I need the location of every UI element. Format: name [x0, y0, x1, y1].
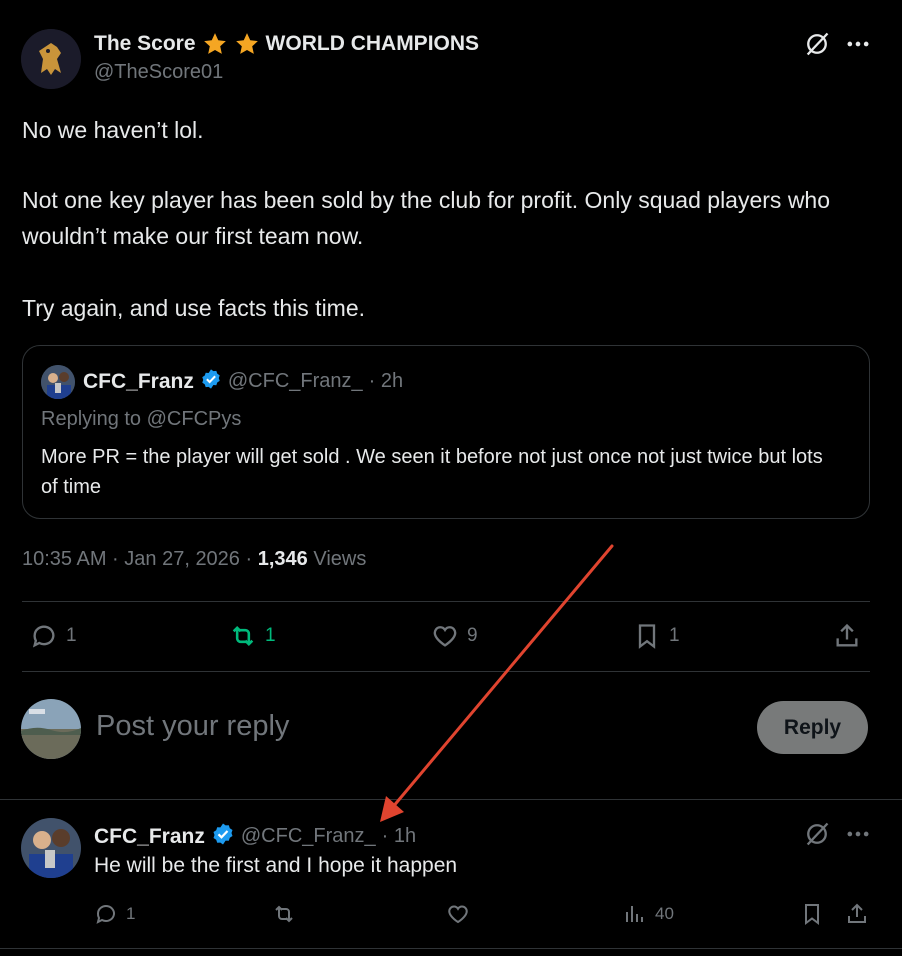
author-display-name[interactable]: The Score: [94, 32, 196, 56]
share-icon: [845, 902, 869, 926]
verified-badge-icon: [200, 368, 222, 395]
divider: [22, 671, 870, 672]
post-paragraph: No we haven’t lol.: [22, 117, 204, 143]
reply-display-name[interactable]: CFC_Franz: [94, 825, 205, 849]
post-paragraph: Not one key player has been sold by the …: [22, 187, 831, 249]
quoted-text: More PR = the player will get sold . We …: [41, 446, 823, 498]
bookmark-icon: [800, 902, 824, 926]
quoted-author-avatar: [41, 365, 75, 399]
share-icon: [833, 622, 861, 650]
divider: [0, 948, 902, 949]
reply-text: He will be the first and I hope it happe…: [94, 854, 458, 877]
author-handle[interactable]: @TheScore01: [94, 61, 223, 84]
divider: [22, 601, 870, 602]
reply-icon: [30, 622, 58, 650]
post-timestamp[interactable]: 10:35 AM · Jan 27, 2026: [22, 548, 240, 570]
reply-views-action[interactable]: 40: [623, 902, 674, 926]
reply-count: 1: [66, 625, 77, 646]
user-avatar: [21, 699, 81, 759]
repost-icon: [272, 902, 296, 926]
heart-icon: [446, 902, 470, 926]
repost-count: 1: [265, 625, 276, 646]
grok-icon[interactable]: [803, 30, 831, 63]
quoted-post[interactable]: CFC_Franz @CFC_Franz_ · 2h Replying to @…: [22, 345, 870, 519]
more-options-icon[interactable]: [844, 30, 872, 63]
lion-crest-icon: [21, 29, 81, 89]
reply-bookmark-action[interactable]: [800, 902, 824, 926]
verified-badge-icon: [211, 822, 235, 851]
author-avatar[interactable]: [21, 29, 81, 89]
reply-like-action[interactable]: [446, 902, 470, 926]
reply-action[interactable]: 1: [30, 622, 77, 650]
author-name-suffix: WORLD CHAMPIONS: [265, 32, 480, 55]
reply-time[interactable]: · 1h: [382, 825, 416, 848]
reply-input[interactable]: Post your reply: [96, 710, 289, 743]
views-count: 1,346: [257, 548, 308, 570]
reply-share-action[interactable]: [845, 902, 869, 926]
bookmark-count: 1: [669, 625, 680, 646]
quoted-time: · 2h: [368, 370, 404, 392]
reply-views-count: 40: [655, 904, 674, 923]
like-count: 9: [467, 625, 478, 646]
reply-repost-action[interactable]: [272, 902, 296, 926]
reply-button[interactable]: Reply: [757, 701, 868, 754]
quoted-replying-to: Replying to @CFCPys: [41, 408, 242, 430]
bookmark-action[interactable]: 1: [633, 622, 680, 650]
repost-action[interactable]: 1: [229, 622, 276, 650]
post-meta: 10:35 AM · Jan 27, 2026 · 1,346 Views: [22, 548, 367, 570]
reply-handle[interactable]: @CFC_Franz_: [241, 825, 376, 848]
like-action[interactable]: 9: [431, 622, 478, 650]
quoted-name-row: CFC_Franz @CFC_Franz_ · 2h: [83, 368, 403, 395]
views-icon: [623, 902, 647, 926]
quoted-handle: @CFC_Franz_: [227, 370, 363, 392]
repost-icon: [229, 622, 257, 650]
author-name-row: The Score WORLD CHAMPIONS: [94, 31, 479, 57]
quoted-display-name: CFC_Franz: [83, 369, 194, 393]
star-icon: [234, 31, 260, 57]
reply-icon: [94, 902, 118, 926]
post-paragraph: Try again, and use facts this time.: [22, 295, 366, 321]
views-label: Views: [313, 548, 367, 570]
reply-reply-action[interactable]: 1: [94, 902, 135, 926]
divider: [0, 799, 902, 800]
bookmark-icon: [633, 622, 661, 650]
share-action[interactable]: [833, 622, 861, 650]
reply-name-row: CFC_Franz @CFC_Franz_ · 1h: [94, 822, 416, 851]
reply-author-avatar[interactable]: [21, 818, 81, 878]
grok-icon[interactable]: [803, 820, 831, 853]
more-options-icon[interactable]: [844, 820, 872, 853]
star-icon: [202, 31, 228, 57]
heart-icon: [431, 622, 459, 650]
reply-reply-count: 1: [126, 904, 136, 923]
